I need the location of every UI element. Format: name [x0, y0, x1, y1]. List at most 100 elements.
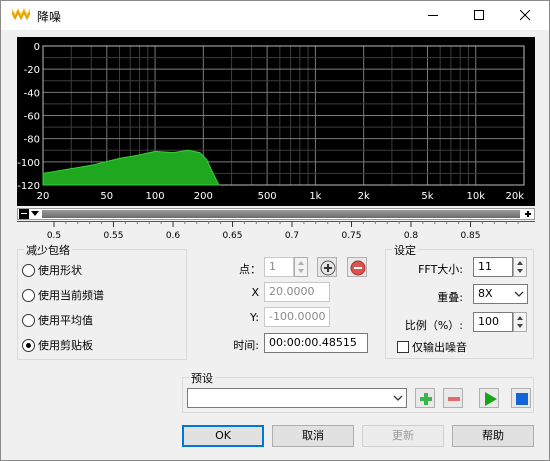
ruler-tick-label: 0.7 — [285, 231, 299, 241]
point-label: 点： — [239, 263, 261, 276]
update-button[interactable]: 更新 — [362, 425, 444, 447]
add-preset-button[interactable] — [415, 388, 435, 408]
x-tick-label: 20k — [505, 191, 524, 202]
zoom-out-icon[interactable] — [19, 209, 29, 219]
fft-size-label: FFT大小: — [418, 263, 463, 276]
dropdown-arrow-icon[interactable] — [31, 211, 39, 216]
play-icon — [485, 392, 497, 406]
radio-label: 使用当前频谱 — [38, 289, 104, 302]
fft-size-stepper[interactable] — [513, 257, 527, 277]
plus-icon — [420, 393, 432, 405]
settings-legend: 设定 — [392, 242, 418, 258]
play-button[interactable] — [479, 388, 499, 408]
x-tick-label: 2k — [358, 191, 370, 202]
y-tick-label: -20 — [24, 65, 40, 76]
stepper-down-icon — [517, 269, 523, 273]
stop-button[interactable] — [511, 388, 531, 408]
ruler-tick-label: 0.6 — [166, 231, 181, 241]
minimize-icon — [428, 15, 438, 16]
x-tick-label: 5k — [421, 191, 433, 202]
ratio-stepper[interactable] — [513, 312, 527, 332]
stepper-up-icon — [298, 261, 304, 265]
reduce-envelope-legend: 减少包络 — [24, 242, 72, 258]
noise-only-checkbox[interactable]: 仅输出噪音 — [397, 339, 467, 355]
x-tick-label: 500 — [258, 191, 277, 202]
radio-dot — [22, 263, 35, 277]
radio-dot-selected — [22, 338, 35, 352]
window-title: 降噪 — [37, 10, 62, 24]
reduce-envelope-group: 减少包络 使用形状 使用当前频谱 使用平均值 使用剪贴板 — [17, 242, 187, 360]
x-label: X — [251, 286, 259, 299]
preset-legend: 预设 — [189, 370, 215, 386]
maximize-icon — [474, 10, 484, 20]
zoom-in-icon[interactable] — [523, 209, 533, 219]
ratio-field[interactable]: 100 — [473, 312, 513, 332]
maximize-button[interactable] — [457, 1, 503, 30]
x-tick-label: 10k — [466, 191, 485, 202]
cancel-button[interactable]: 取消 — [272, 425, 354, 447]
x-tick-label: 20 — [37, 191, 50, 202]
noise-profile-area — [42, 149, 220, 186]
radio-use-current-spectrum[interactable]: 使用当前频谱 — [22, 287, 104, 303]
time-label: 时间: — [233, 339, 259, 352]
minimize-button[interactable] — [411, 1, 457, 30]
noise-reduction-dialog: 降噪 0 -20 -40 -60 -80 -100 -120 20 50 100 200 500 1k 2… — [0, 0, 550, 461]
remove-point-button[interactable] — [347, 257, 367, 277]
time-field[interactable]: 00:00:00.48515 — [264, 333, 368, 353]
radio-label: 使用平均值 — [38, 314, 93, 327]
radio-dot — [22, 288, 35, 302]
point-field[interactable]: 1 — [264, 257, 294, 277]
x-tick-label: 1k — [309, 191, 321, 202]
ok-button[interactable]: OK — [182, 425, 264, 447]
stepper-down-icon — [517, 324, 523, 328]
spectrum-graph[interactable]: 0 -20 -40 -60 -80 -100 -120 20 50 100 200 500 1k 2k 5k… — [17, 37, 535, 206]
chevron-down-icon — [514, 291, 524, 297]
x-tick-label: 200 — [194, 191, 213, 202]
stepper-down-icon — [298, 269, 304, 273]
stepper-up-icon — [517, 316, 523, 320]
y-label: Y: — [250, 311, 259, 324]
overlap-select[interactable]: 8X — [473, 284, 528, 304]
y-tick-label: -40 — [24, 88, 40, 99]
overlap-label: 重叠: — [437, 291, 463, 304]
y-tick-label: -60 — [24, 112, 40, 123]
checkbox-box — [397, 341, 409, 353]
close-button[interactable] — [503, 1, 549, 30]
ruler-tick-label: 0.65 — [222, 231, 242, 241]
remove-preset-button[interactable] — [443, 388, 463, 408]
radio-dot — [22, 313, 35, 327]
help-button[interactable]: 帮助 — [452, 425, 534, 447]
preset-select[interactable] — [187, 388, 407, 408]
radio-use-clipboard[interactable]: 使用剪贴板 — [22, 337, 93, 353]
time-ruler: 0.5 0.55 0.6 0.65 0.7 0.75 0.8 0.85 — [17, 221, 535, 243]
radio-label: 使用形状 — [38, 264, 82, 277]
title-bar: 降噪 — [1, 1, 549, 30]
chevron-down-icon — [393, 395, 403, 401]
ruler-tick-label: 0.85 — [460, 231, 480, 241]
add-point-button[interactable] — [317, 257, 337, 277]
radio-use-shape[interactable]: 使用形状 — [22, 262, 82, 278]
radio-use-average[interactable]: 使用平均值 — [22, 312, 93, 328]
ratio-label: 比例（%）: — [404, 319, 463, 332]
minus-icon — [350, 260, 366, 276]
point-stepper[interactable] — [294, 257, 308, 277]
x-field[interactable]: 20.0000 — [264, 282, 330, 302]
ruler-tick-label: 0.55 — [103, 231, 123, 241]
stop-icon — [516, 393, 528, 405]
scrollbar-thumb[interactable] — [42, 210, 520, 218]
y-tick-label: -80 — [24, 135, 40, 146]
x-tick-label: 100 — [146, 191, 165, 202]
stepper-up-icon — [517, 261, 523, 265]
fft-size-field[interactable]: 11 — [473, 257, 513, 277]
noise-only-label: 仅输出噪音 — [412, 341, 467, 354]
overlap-value: 8X — [478, 287, 493, 300]
x-tick-label: 50 — [100, 191, 113, 202]
minus-icon — [448, 397, 460, 401]
ruler-tick-label: 0.75 — [341, 231, 361, 241]
zoom-scrollbar[interactable] — [17, 208, 535, 220]
y-field[interactable]: -100.0000 — [264, 307, 330, 327]
spectrum-svg: 0-20-40-60-80-100-12020 50 100 200 500 1k 2k 5k… — [17, 42, 525, 202]
ruler-tick-label: 0.5 — [47, 231, 61, 241]
radio-label: 使用剪贴板 — [38, 339, 93, 352]
time-ruler-svg: 0.5 0.55 0.6 0.65 0.7 0.75 0.8 0.85 — [17, 221, 535, 241]
